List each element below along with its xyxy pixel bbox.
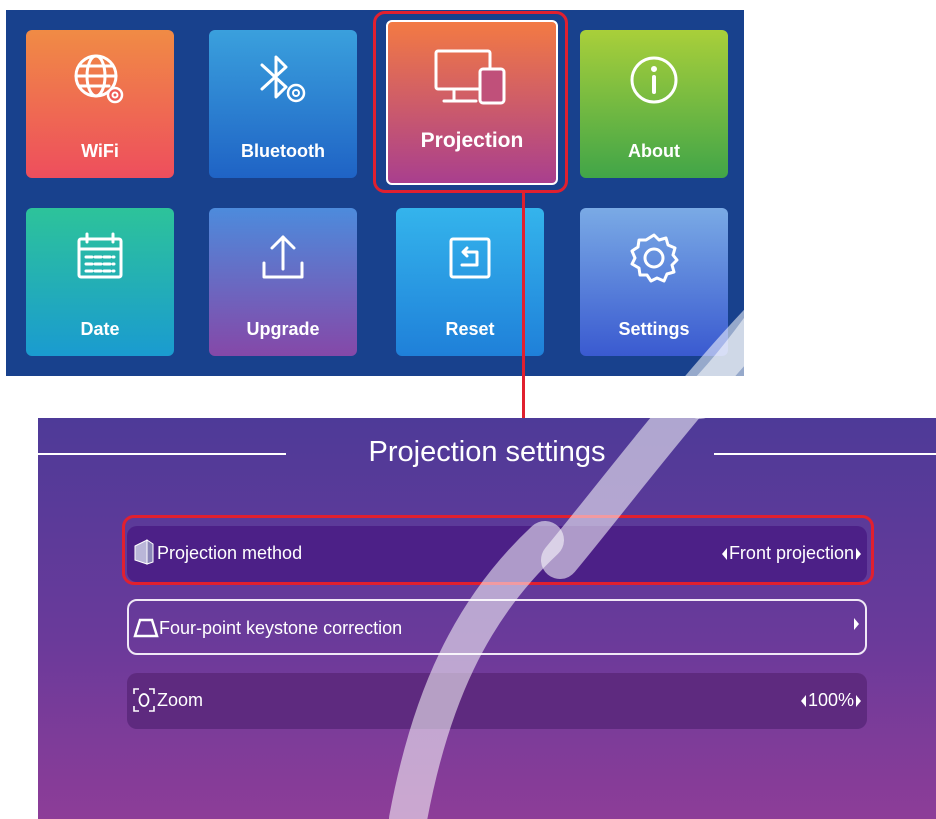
arrow-left-icon[interactable] [800, 694, 806, 707]
bluetooth-settings-icon [209, 46, 357, 114]
projection-settings-panel: Projection settings Projection method Fr… [38, 418, 936, 819]
tile-settings[interactable]: Settings [580, 208, 728, 356]
row-label: Four-point keystone correction [159, 618, 403, 638]
tile-label: Bluetooth [241, 141, 325, 161]
tile-label: WiFi [81, 141, 119, 161]
tile-wifi[interactable]: WiFi [26, 30, 174, 178]
info-icon [580, 46, 728, 114]
row-value: 100% [807, 690, 854, 710]
upload-icon [209, 224, 357, 292]
calendar-icon [26, 224, 174, 292]
tile-about[interactable]: About [580, 30, 728, 178]
row-label: Zoom [157, 690, 204, 710]
tile-label: Date [80, 319, 120, 339]
tile-label: About [628, 141, 680, 161]
arrow-right-icon[interactable] [856, 694, 861, 707]
tile-label: Settings [618, 319, 690, 339]
tile-bluetooth[interactable]: Bluetooth [209, 30, 357, 178]
selected-row-highlight [122, 515, 874, 585]
keystone-enter[interactable] [854, 618, 859, 630]
tile-label: Upgrade [246, 319, 320, 339]
selected-tile-highlight [373, 11, 568, 193]
gear-icon [580, 224, 728, 292]
keystone-icon [133, 618, 159, 638]
arrow-right-icon[interactable] [854, 618, 859, 630]
zoom-selector[interactable]: 100% [800, 690, 861, 711]
title-divider-right [714, 453, 936, 455]
zoom-row[interactable]: Zoom 100% [127, 673, 867, 729]
tile-date[interactable]: Date [26, 208, 174, 356]
zoom-icon [133, 688, 155, 712]
keystone-correction-row[interactable]: Four-point keystone correction [127, 599, 867, 655]
globe-settings-icon [26, 46, 174, 114]
tile-upgrade[interactable]: Upgrade [209, 208, 357, 356]
